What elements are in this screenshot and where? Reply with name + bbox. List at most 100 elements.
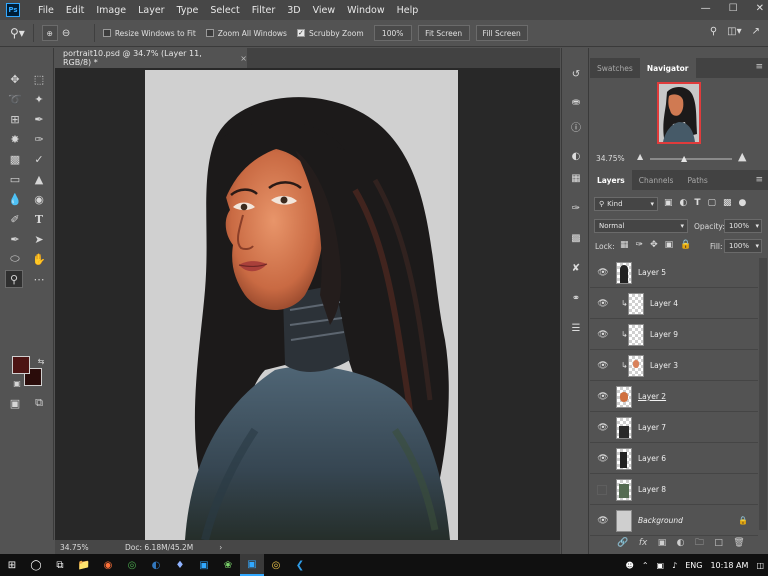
maximize-button[interactable]: ☐	[729, 3, 738, 14]
menu-window[interactable]: Window	[341, 5, 390, 16]
layer-name[interactable]: Layer 5	[638, 268, 666, 277]
move-tool-icon[interactable]: ✥	[6, 70, 24, 88]
lock-position-icon[interactable]: ✥	[650, 240, 658, 250]
crop-tool-icon[interactable]: ⊞	[6, 110, 24, 128]
screen-mode-icon[interactable]: ⧉	[30, 394, 48, 412]
zoom-in-mountain-icon[interactable]: ▲	[738, 150, 746, 163]
layer-name[interactable]: Layer 7	[638, 423, 666, 432]
default-colors-icon[interactable]: ▣	[8, 374, 26, 392]
tab-channels[interactable]: Channels	[632, 170, 681, 190]
tools-presets-icon[interactable]: ✘	[568, 260, 584, 276]
layer-row[interactable]: 👁 ↳ Layer 9	[590, 320, 758, 350]
marquee-tool-icon[interactable]: ⬚	[30, 70, 48, 88]
blur-tool-icon[interactable]: 💧	[6, 190, 24, 208]
cortana-circle-icon[interactable]: ◯	[24, 554, 48, 576]
brush-settings-icon[interactable]: ✑	[568, 200, 584, 216]
fill-screen-button[interactable]: Fill Screen	[475, 25, 528, 41]
navigator-zoom-value[interactable]: 34.75%	[596, 154, 625, 163]
menu-select[interactable]: Select	[204, 5, 245, 16]
lock-all-icon[interactable]: 🔒	[680, 240, 691, 250]
layer-name[interactable]: Layer 4	[650, 299, 678, 308]
tab-paths[interactable]: Paths	[680, 170, 714, 190]
opacity-field[interactable]: 100% ▾	[724, 219, 762, 233]
edge-icon[interactable]: ◐	[144, 554, 168, 576]
zoom-out-mode-icon[interactable]: ⊖	[62, 28, 78, 39]
menu-edit[interactable]: Edit	[60, 5, 90, 16]
lock-pixels-icon[interactable]: ✑	[636, 240, 644, 250]
tray-chevron-up-icon[interactable]: ⌃	[642, 561, 649, 570]
menu-layer[interactable]: Layer	[132, 5, 171, 16]
zoom-in-mode-icon[interactable]: ⊕	[41, 25, 58, 41]
link-layers-icon[interactable]: 🔗	[617, 538, 628, 548]
visibility-eye-icon[interactable]: 👁	[597, 454, 609, 464]
filter-pixel-icon[interactable]: ▣	[664, 198, 673, 208]
workspace-icon[interactable]: ◫▾	[727, 26, 741, 37]
visibility-toggle-empty[interactable]	[597, 484, 607, 495]
add-mask-icon[interactable]: ▣	[658, 538, 667, 548]
pen-tool-icon[interactable]: ✐	[6, 210, 24, 228]
ellipse-tool-icon[interactable]: ⬭	[6, 250, 24, 268]
eraser-tool-icon[interactable]: ▭	[6, 170, 24, 188]
type-tool-icon[interactable]: T	[30, 210, 48, 228]
menu-type[interactable]: Type	[171, 5, 205, 16]
layer-name[interactable]: Background	[638, 516, 683, 525]
brush-tool-icon[interactable]: ✑	[30, 130, 48, 148]
zoom-value-field[interactable]: 100%	[373, 25, 412, 41]
visibility-eye-icon[interactable]: 👁	[597, 392, 609, 402]
new-layer-icon[interactable]: □	[714, 538, 723, 548]
clock[interactable]: 10:18 AM	[710, 561, 748, 570]
layer-name[interactable]: Layer 9	[650, 330, 678, 339]
checkbox-box-checked[interactable]: ✓	[296, 29, 305, 37]
chrome-canary-icon[interactable]: ◎	[264, 554, 288, 576]
firefox-icon[interactable]: ◉	[96, 554, 120, 576]
close-button[interactable]: ✕	[756, 3, 764, 14]
tab-swatches[interactable]: Swatches	[590, 58, 640, 78]
dodge-tool-icon[interactable]: ◉	[30, 190, 48, 208]
filter-smart-object-icon[interactable]: ▩	[723, 198, 732, 208]
layers-scrollbar[interactable]	[759, 258, 767, 530]
history-brush-tool-icon[interactable]: ✓	[30, 150, 48, 168]
eyedropper-tool-icon[interactable]: ✒	[30, 110, 48, 128]
layer-filter-kind[interactable]: ⚲ Kind ▾	[594, 197, 658, 211]
chrome-icon[interactable]: ◎	[120, 554, 144, 576]
navigator-preview[interactable]	[657, 82, 701, 144]
layer-row[interactable]: Layer 8	[590, 475, 758, 505]
path-selection-tool-icon[interactable]: ➤	[30, 230, 48, 248]
zoom-slider-handle[interactable]: ▲	[681, 154, 687, 163]
visibility-eye-icon[interactable]: 👁	[597, 299, 609, 309]
tab-navigator[interactable]: Navigator	[639, 58, 696, 78]
foreground-color-swatch[interactable]	[12, 356, 30, 374]
healing-brush-tool-icon[interactable]: ✸	[6, 130, 24, 148]
scrubby-zoom-checkbox[interactable]: ✓ Scrubby Zoom	[296, 29, 364, 38]
layer-name[interactable]: Layer 6	[638, 454, 666, 463]
search-icon[interactable]: ⚲	[710, 26, 717, 37]
layer-name[interactable]: Layer 3	[650, 361, 678, 370]
minimize-button[interactable]: —	[701, 3, 711, 14]
pen-path-tool-icon[interactable]: ✒	[6, 230, 24, 248]
delete-layer-icon[interactable]: 🗑	[733, 538, 744, 548]
task-view-icon[interactable]: ⧉	[48, 554, 72, 576]
file-explorer-icon[interactable]: 📁	[72, 554, 96, 576]
panel-menu-icon[interactable]: ≡	[755, 62, 763, 72]
filter-adjustment-icon[interactable]: ◐	[680, 198, 688, 208]
swap-colors-icon[interactable]: ⇆	[32, 352, 50, 370]
tab-layers[interactable]: Layers	[590, 170, 632, 190]
checkbox-box[interactable]	[205, 29, 214, 37]
info-panel-icon[interactable]: ⓘ	[568, 118, 584, 134]
color-panel-icon[interactable]: ◐	[568, 148, 584, 164]
visibility-eye-icon[interactable]: 👁	[597, 516, 609, 526]
layer-name[interactable]: Layer 8	[638, 485, 666, 494]
hand-tool-icon[interactable]: ✋	[30, 250, 48, 268]
adjustment-layer-icon[interactable]: ◐	[677, 538, 685, 548]
photoshop-active-icon[interactable]: ▣	[240, 554, 264, 576]
menu-file[interactable]: File	[32, 5, 60, 16]
menu-filter[interactable]: Filter	[246, 5, 282, 16]
layer-row[interactable]: 👁 ↳ Layer 4	[590, 289, 758, 319]
canvas-area[interactable]	[55, 68, 560, 540]
notifications-icon[interactable]: ◫	[756, 561, 764, 570]
app-icon[interactable]: ♦	[168, 554, 192, 576]
document-tab[interactable]: portrait10.psd @ 34.7% (Layer 11, RGB/8)…	[55, 48, 247, 68]
start-windows-icon[interactable]: ⊞	[0, 554, 24, 576]
fit-screen-button[interactable]: Fit Screen	[417, 25, 470, 41]
layer-row[interactable]: 👁 Layer 5	[590, 258, 758, 288]
